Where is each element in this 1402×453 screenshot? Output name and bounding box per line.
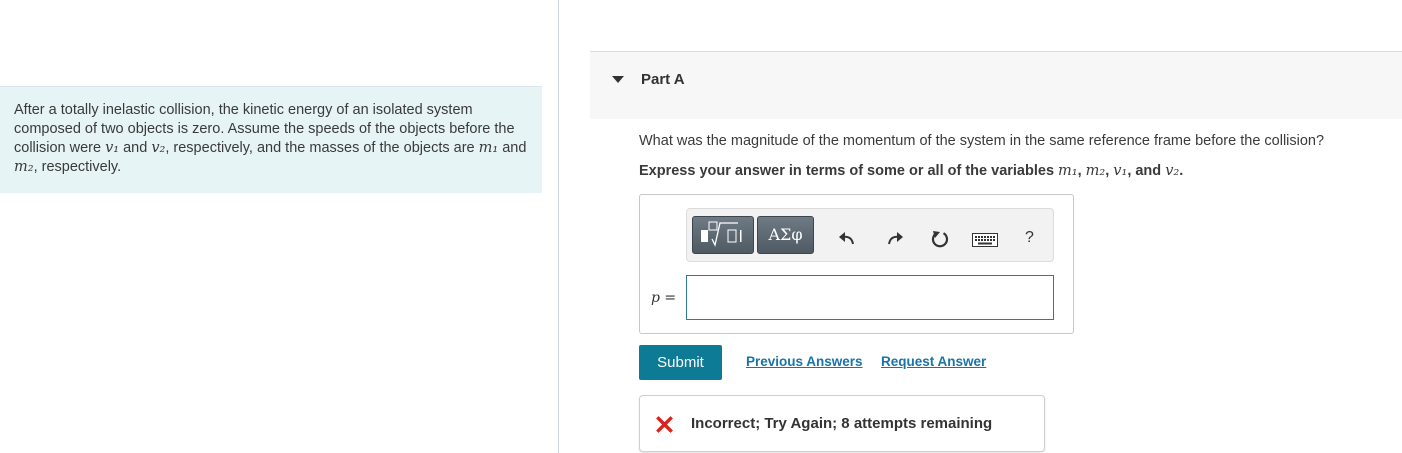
variable-v1: v₁ — [1113, 163, 1128, 179]
undo-icon[interactable] — [837, 229, 857, 249]
part-title: Part A — [641, 71, 685, 88]
previous-answers-link[interactable]: Previous Answers — [746, 354, 863, 369]
feedback-text: Incorrect; Try Again; 8 attempts remaini… — [691, 415, 993, 432]
reset-icon[interactable] — [930, 229, 950, 249]
redo-icon[interactable] — [885, 229, 905, 249]
question-text: What was the magnitude of the momentum o… — [639, 133, 1325, 149]
problem-statement: After a totally inelastic collision, the… — [0, 86, 542, 193]
answer-variable-label: p = — [651, 290, 677, 306]
help-button[interactable]: ? — [1025, 229, 1034, 247]
variable-m1: m₁ — [478, 140, 499, 156]
feedback-message: Incorrect; Try Again; 8 attempts remaini… — [639, 395, 1045, 452]
answer-instruction: Express your answer in terms of some or … — [639, 163, 1184, 179]
templates-button[interactable] — [692, 216, 754, 254]
variable-v2: v₂ — [151, 140, 166, 156]
keyboard-icon[interactable] — [972, 233, 998, 247]
answer-input[interactable] — [686, 275, 1054, 320]
variable-m2: m₂ — [1085, 163, 1106, 179]
problem-text: After a totally inelastic collision, the… — [14, 102, 527, 175]
variable-m1: m₁ — [1058, 163, 1078, 179]
collapse-triangle-icon[interactable] — [612, 76, 624, 83]
submit-button[interactable]: Submit — [639, 345, 722, 380]
math-toolbar: ΑΣφ ? — [686, 208, 1054, 262]
part-a-header[interactable]: Part A — [590, 51, 1402, 119]
column-divider — [558, 0, 559, 453]
variable-m2: m₂ — [14, 159, 34, 175]
answer-box: ΑΣφ ? p = — [639, 194, 1074, 334]
variable-v2: v₂ — [1165, 163, 1180, 179]
request-answer-link[interactable]: Request Answer — [881, 354, 986, 369]
variable-v1: v₁ — [105, 140, 120, 156]
greek-symbols-button[interactable]: ΑΣφ — [757, 216, 814, 254]
templates-icon — [701, 221, 742, 247]
incorrect-x-icon — [656, 416, 673, 433]
